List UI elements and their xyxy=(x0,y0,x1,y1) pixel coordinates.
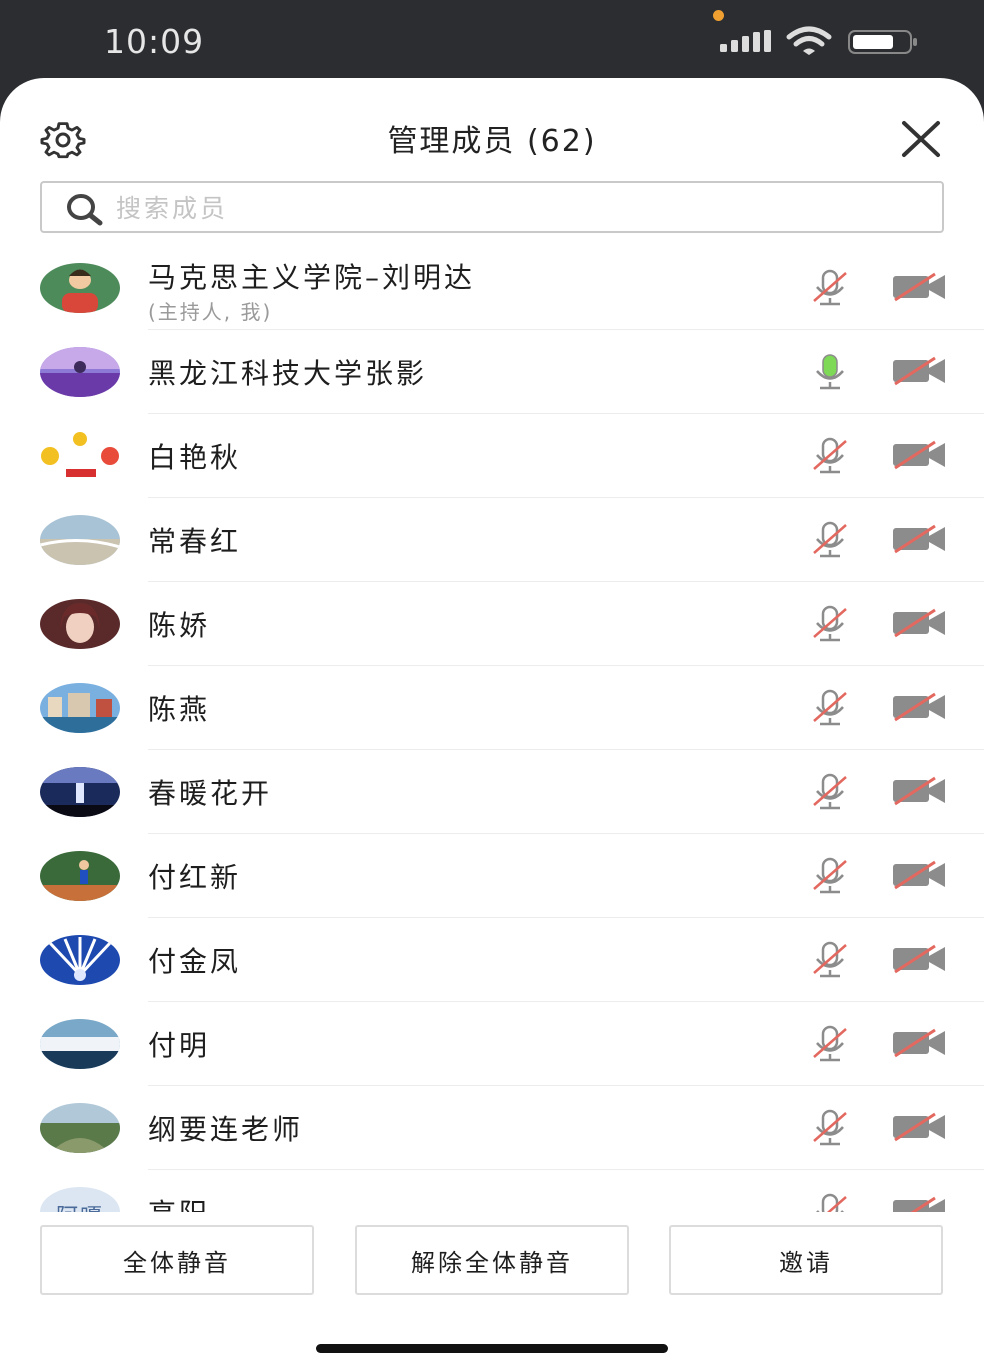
member-row[interactable]: 付红新 xyxy=(0,834,984,918)
avatar xyxy=(40,1019,120,1069)
mute-all-button[interactable]: 全体静音 xyxy=(40,1225,314,1295)
camera-off-icon[interactable] xyxy=(891,524,947,554)
member-list[interactable]: 马克思主义学院–刘明达 (主持人, 我) 黑龙江科技大学张影 白艳秋 常春红 陈… xyxy=(0,246,984,1212)
camera-off-icon[interactable] xyxy=(891,272,947,302)
mic-muted-icon[interactable] xyxy=(808,1108,852,1148)
camera-off-icon[interactable] xyxy=(891,692,947,722)
member-name: 纲要连老师 xyxy=(148,1113,304,1146)
sheet-header: 管理成员 (62) xyxy=(0,78,984,178)
avatar xyxy=(40,1103,120,1153)
camera-off-icon[interactable] xyxy=(891,1196,947,1212)
manage-members-sheet: 管理成员 (62) 马克思主义学院–刘明达 (主持人, 我) xyxy=(0,78,984,1364)
mic-muted-icon[interactable] xyxy=(808,940,852,980)
avatar xyxy=(40,263,120,313)
search-input[interactable] xyxy=(116,189,896,227)
camera-off-icon[interactable] xyxy=(891,1112,947,1142)
camera-off-icon[interactable] xyxy=(891,776,947,806)
avatar: 阿嘎 xyxy=(40,1187,120,1212)
mic-muted-icon[interactable] xyxy=(808,436,852,476)
action-footer: 全体静音 解除全体静音 邀请 xyxy=(0,1212,984,1364)
mic-muted-icon[interactable] xyxy=(808,520,852,560)
member-name: 付明 xyxy=(148,1029,211,1062)
member-row[interactable]: 付金凤 xyxy=(0,918,984,1002)
mic-muted-icon[interactable] xyxy=(808,856,852,896)
member-role: (主持人, 我) xyxy=(148,300,273,324)
avatar xyxy=(40,767,120,817)
wifi-icon xyxy=(786,26,832,55)
member-name: 陈燕 xyxy=(148,693,211,726)
member-name: 常春红 xyxy=(148,525,242,558)
unmute-all-button[interactable]: 解除全体静音 xyxy=(355,1225,629,1295)
cellular-signal-icon xyxy=(720,30,771,52)
member-row[interactable]: 春暖花开 xyxy=(0,750,984,834)
home-indicator[interactable] xyxy=(316,1344,668,1353)
mic-muted-icon[interactable] xyxy=(808,268,852,308)
search-icon xyxy=(67,194,103,226)
member-name: 白艳秋 xyxy=(148,441,242,474)
camera-off-icon[interactable] xyxy=(891,440,947,470)
mic-muted-icon[interactable] xyxy=(808,1192,852,1212)
close-icon[interactable] xyxy=(898,118,944,160)
member-row[interactable]: 白艳秋 xyxy=(0,414,984,498)
invite-button[interactable]: 邀请 xyxy=(669,1225,943,1295)
status-time: 10:09 xyxy=(104,22,205,61)
member-row[interactable]: 黑龙江科技大学张影 xyxy=(0,330,984,414)
member-name: 马克思主义学院–刘明达 xyxy=(148,261,476,294)
mic-muted-icon[interactable] xyxy=(808,688,852,728)
avatar xyxy=(40,935,120,985)
camera-off-icon[interactable] xyxy=(891,356,947,386)
battery-icon xyxy=(848,30,917,54)
mic-muted-icon[interactable] xyxy=(808,604,852,644)
avatar xyxy=(40,515,120,565)
search-bar xyxy=(40,181,944,233)
mic-muted-icon[interactable] xyxy=(808,1024,852,1064)
member-name: 付金凤 xyxy=(148,945,242,978)
camera-off-icon[interactable] xyxy=(891,860,947,890)
member-row[interactable]: 陈燕 xyxy=(0,666,984,750)
page-title: 管理成员 (62) xyxy=(387,124,597,159)
member-name: 春暖花开 xyxy=(148,777,273,810)
member-name: 黑龙江科技大学张影 xyxy=(148,357,428,390)
mic-muted-icon[interactable] xyxy=(808,772,852,812)
avatar xyxy=(40,347,120,397)
camera-off-icon[interactable] xyxy=(891,944,947,974)
privacy-indicator-dot xyxy=(713,10,724,21)
avatar xyxy=(40,851,120,901)
avatar-initials: 阿嘎 xyxy=(40,1193,120,1212)
camera-off-icon[interactable] xyxy=(891,1028,947,1058)
status-bar: 10:09 xyxy=(0,0,984,78)
member-name: 高阳 xyxy=(148,1192,210,1212)
avatar xyxy=(40,683,120,733)
member-name: 付红新 xyxy=(148,861,242,894)
camera-off-icon[interactable] xyxy=(891,608,947,638)
member-row[interactable]: 陈娇 xyxy=(0,582,984,666)
member-name: 陈娇 xyxy=(148,609,211,642)
mic-on-icon[interactable] xyxy=(808,352,852,392)
member-row[interactable]: 阿嘎 高阳 xyxy=(0,1170,984,1212)
avatar xyxy=(40,431,120,481)
member-row[interactable]: 纲要连老师 xyxy=(0,1086,984,1170)
member-row[interactable]: 付明 xyxy=(0,1002,984,1086)
avatar xyxy=(40,599,120,649)
member-row[interactable]: 马克思主义学院–刘明达 (主持人, 我) xyxy=(0,246,984,330)
member-row[interactable]: 常春红 xyxy=(0,498,984,582)
